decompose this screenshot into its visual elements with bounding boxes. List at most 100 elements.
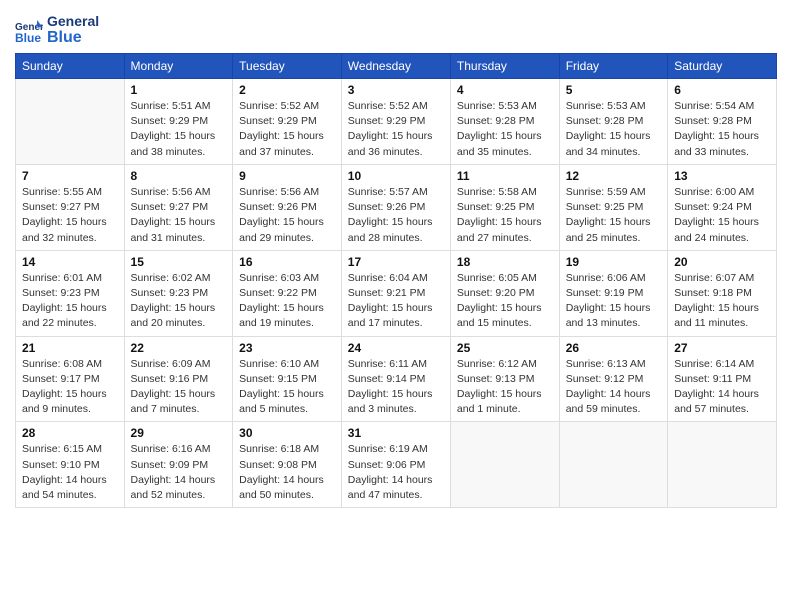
day-info: Sunrise: 5:53 AM Sunset: 9:28 PM Dayligh…: [566, 99, 662, 160]
day-number: 6: [674, 83, 770, 97]
day-info: Sunrise: 6:19 AM Sunset: 9:06 PM Dayligh…: [348, 442, 444, 503]
day-info: Sunrise: 6:06 AM Sunset: 9:19 PM Dayligh…: [566, 271, 662, 332]
calendar-cell: [16, 78, 125, 164]
calendar-cell: 22Sunrise: 6:09 AM Sunset: 9:16 PM Dayli…: [124, 336, 233, 422]
calendar-cell: 18 Sunrise: 6:05 AM Sunset: 9:20 PM Dayli…: [450, 250, 559, 336]
day-number: 14: [22, 255, 118, 269]
day-info: Sunrise: 6:05 AM Sunset: 9:20 PM Dayligh…: [457, 271, 553, 332]
day-number: 9: [239, 169, 335, 183]
day-info: Sunrise: 5:51 AM Sunset: 9:29 PM Dayligh…: [131, 99, 227, 160]
calendar-cell: 28Sunrise: 6:15 AM Sunset: 9:10 PM Dayli…: [16, 422, 125, 508]
calendar-cell: 9 Sunrise: 5:56 AM Sunset: 9:26 PM Daylig…: [233, 164, 342, 250]
calendar-cell: 20 Sunrise: 6:07 AM Sunset: 9:18 PM Dayli…: [668, 250, 777, 336]
day-number: 19: [566, 255, 662, 269]
calendar-cell: 8 Sunrise: 5:56 AM Sunset: 9:27 PM Daylig…: [124, 164, 233, 250]
day-number: 12: [566, 169, 662, 183]
day-number: 31: [348, 426, 444, 440]
calendar-cell: 7 Sunrise: 5:55 AM Sunset: 9:27 PM Daylig…: [16, 164, 125, 250]
logo-general: General: [47, 14, 99, 29]
day-number: 30: [239, 426, 335, 440]
calendar-week-row: 7 Sunrise: 5:55 AM Sunset: 9:27 PM Daylig…: [16, 164, 777, 250]
calendar-cell: 30 Sunrise: 6:18 AM Sunset: 9:08 PM Dayli…: [233, 422, 342, 508]
day-header-thursday: Thursday: [450, 53, 559, 78]
day-number: 29: [131, 426, 227, 440]
calendar-cell: 25 Sunrise: 6:12 AM Sunset: 9:13 PM Dayli…: [450, 336, 559, 422]
day-info: Sunrise: 5:54 AM Sunset: 9:28 PM Dayligh…: [674, 99, 770, 160]
calendar-cell: 4 Sunrise: 5:53 AM Sunset: 9:28 PM Daylig…: [450, 78, 559, 164]
day-info: Sunrise: 5:59 AM Sunset: 9:25 PM Dayligh…: [566, 185, 662, 246]
day-info: Sunrise: 6:11 AM Sunset: 9:14 PM Dayligh…: [348, 357, 444, 418]
calendar-cell: 2Sunrise: 5:52 AM Sunset: 9:29 PM Daylig…: [233, 78, 342, 164]
day-number: 26: [566, 341, 662, 355]
day-info: Sunrise: 5:57 AM Sunset: 9:26 PM Dayligh…: [348, 185, 444, 246]
day-number: 13: [674, 169, 770, 183]
calendar-cell: 1Sunrise: 5:51 AM Sunset: 9:29 PM Daylig…: [124, 78, 233, 164]
day-number: 15: [131, 255, 227, 269]
day-number: 25: [457, 341, 553, 355]
logo: General Blue General Blue: [15, 10, 99, 47]
calendar-cell: 12 Sunrise: 5:59 AM Sunset: 9:25 PM Dayli…: [559, 164, 668, 250]
page-header: General Blue General Blue: [15, 10, 777, 47]
calendar-cell: 23 Sunrise: 6:10 AM Sunset: 9:15 PM Dayli…: [233, 336, 342, 422]
calendar-cell: 13 Sunrise: 6:00 AM Sunset: 9:24 PM Dayli…: [668, 164, 777, 250]
day-number: 7: [22, 169, 118, 183]
day-info: Sunrise: 6:02 AM Sunset: 9:23 PM Dayligh…: [131, 271, 227, 332]
day-info: Sunrise: 5:52 AM Sunset: 9:29 PM Dayligh…: [239, 99, 335, 160]
day-number: 11: [457, 169, 553, 183]
day-header-wednesday: Wednesday: [341, 53, 450, 78]
day-header-tuesday: Tuesday: [233, 53, 342, 78]
logo-blue: Blue: [47, 29, 99, 47]
calendar-cell: 29 Sunrise: 6:16 AM Sunset: 9:09 PM Dayli…: [124, 422, 233, 508]
calendar-cell: 16Sunrise: 6:03 AM Sunset: 9:22 PM Dayli…: [233, 250, 342, 336]
day-info: Sunrise: 5:53 AM Sunset: 9:28 PM Dayligh…: [457, 99, 553, 160]
calendar-week-row: 21Sunrise: 6:08 AM Sunset: 9:17 PM Dayli…: [16, 336, 777, 422]
day-info: Sunrise: 6:10 AM Sunset: 9:15 PM Dayligh…: [239, 357, 335, 418]
day-info: Sunrise: 6:09 AM Sunset: 9:16 PM Dayligh…: [131, 357, 227, 418]
day-info: Sunrise: 5:52 AM Sunset: 9:29 PM Dayligh…: [348, 99, 444, 160]
day-info: Sunrise: 6:15 AM Sunset: 9:10 PM Dayligh…: [22, 442, 118, 503]
day-number: 5: [566, 83, 662, 97]
calendar-cell: 6 Sunrise: 5:54 AM Sunset: 9:28 PM Daylig…: [668, 78, 777, 164]
calendar-cell: [668, 422, 777, 508]
day-info: Sunrise: 6:04 AM Sunset: 9:21 PM Dayligh…: [348, 271, 444, 332]
day-info: Sunrise: 5:56 AM Sunset: 9:26 PM Dayligh…: [239, 185, 335, 246]
day-header-friday: Friday: [559, 53, 668, 78]
day-number: 24: [348, 341, 444, 355]
day-header-sunday: Sunday: [16, 53, 125, 78]
day-info: Sunrise: 6:13 AM Sunset: 9:12 PM Dayligh…: [566, 357, 662, 418]
day-number: 10: [348, 169, 444, 183]
calendar-cell: 19 Sunrise: 6:06 AM Sunset: 9:19 PM Dayli…: [559, 250, 668, 336]
calendar-cell: 26 Sunrise: 6:13 AM Sunset: 9:12 PM Dayli…: [559, 336, 668, 422]
calendar-week-row: 28Sunrise: 6:15 AM Sunset: 9:10 PM Dayli…: [16, 422, 777, 508]
calendar-cell: 15 Sunrise: 6:02 AM Sunset: 9:23 PM Dayli…: [124, 250, 233, 336]
calendar-cell: 24 Sunrise: 6:11 AM Sunset: 9:14 PM Dayli…: [341, 336, 450, 422]
day-number: 18: [457, 255, 553, 269]
day-info: Sunrise: 6:01 AM Sunset: 9:23 PM Dayligh…: [22, 271, 118, 332]
day-number: 17: [348, 255, 444, 269]
calendar-cell: [559, 422, 668, 508]
calendar-cell: 27Sunrise: 6:14 AM Sunset: 9:11 PM Dayli…: [668, 336, 777, 422]
calendar-cell: 31 Sunrise: 6:19 AM Sunset: 9:06 PM Dayli…: [341, 422, 450, 508]
day-info: Sunrise: 6:08 AM Sunset: 9:17 PM Dayligh…: [22, 357, 118, 418]
day-info: Sunrise: 6:00 AM Sunset: 9:24 PM Dayligh…: [674, 185, 770, 246]
calendar-cell: 3 Sunrise: 5:52 AM Sunset: 9:29 PM Daylig…: [341, 78, 450, 164]
day-number: 4: [457, 83, 553, 97]
day-number: 8: [131, 169, 227, 183]
calendar-cell: 14 Sunrise: 6:01 AM Sunset: 9:23 PM Dayli…: [16, 250, 125, 336]
day-info: Sunrise: 6:16 AM Sunset: 9:09 PM Dayligh…: [131, 442, 227, 503]
svg-text:Blue: Blue: [15, 31, 41, 44]
calendar-week-row: 14 Sunrise: 6:01 AM Sunset: 9:23 PM Dayli…: [16, 250, 777, 336]
calendar-header-row: SundayMondayTuesdayWednesdayThursdayFrid…: [16, 53, 777, 78]
logo-icon: General Blue: [15, 16, 43, 44]
calendar-cell: 11 Sunrise: 5:58 AM Sunset: 9:25 PM Dayli…: [450, 164, 559, 250]
day-info: Sunrise: 6:07 AM Sunset: 9:18 PM Dayligh…: [674, 271, 770, 332]
day-info: Sunrise: 5:55 AM Sunset: 9:27 PM Dayligh…: [22, 185, 118, 246]
day-info: Sunrise: 6:18 AM Sunset: 9:08 PM Dayligh…: [239, 442, 335, 503]
day-info: Sunrise: 6:12 AM Sunset: 9:13 PM Dayligh…: [457, 357, 553, 418]
day-number: 3: [348, 83, 444, 97]
day-number: 20: [674, 255, 770, 269]
day-header-monday: Monday: [124, 53, 233, 78]
day-number: 23: [239, 341, 335, 355]
day-info: Sunrise: 5:58 AM Sunset: 9:25 PM Dayligh…: [457, 185, 553, 246]
day-info: Sunrise: 5:56 AM Sunset: 9:27 PM Dayligh…: [131, 185, 227, 246]
